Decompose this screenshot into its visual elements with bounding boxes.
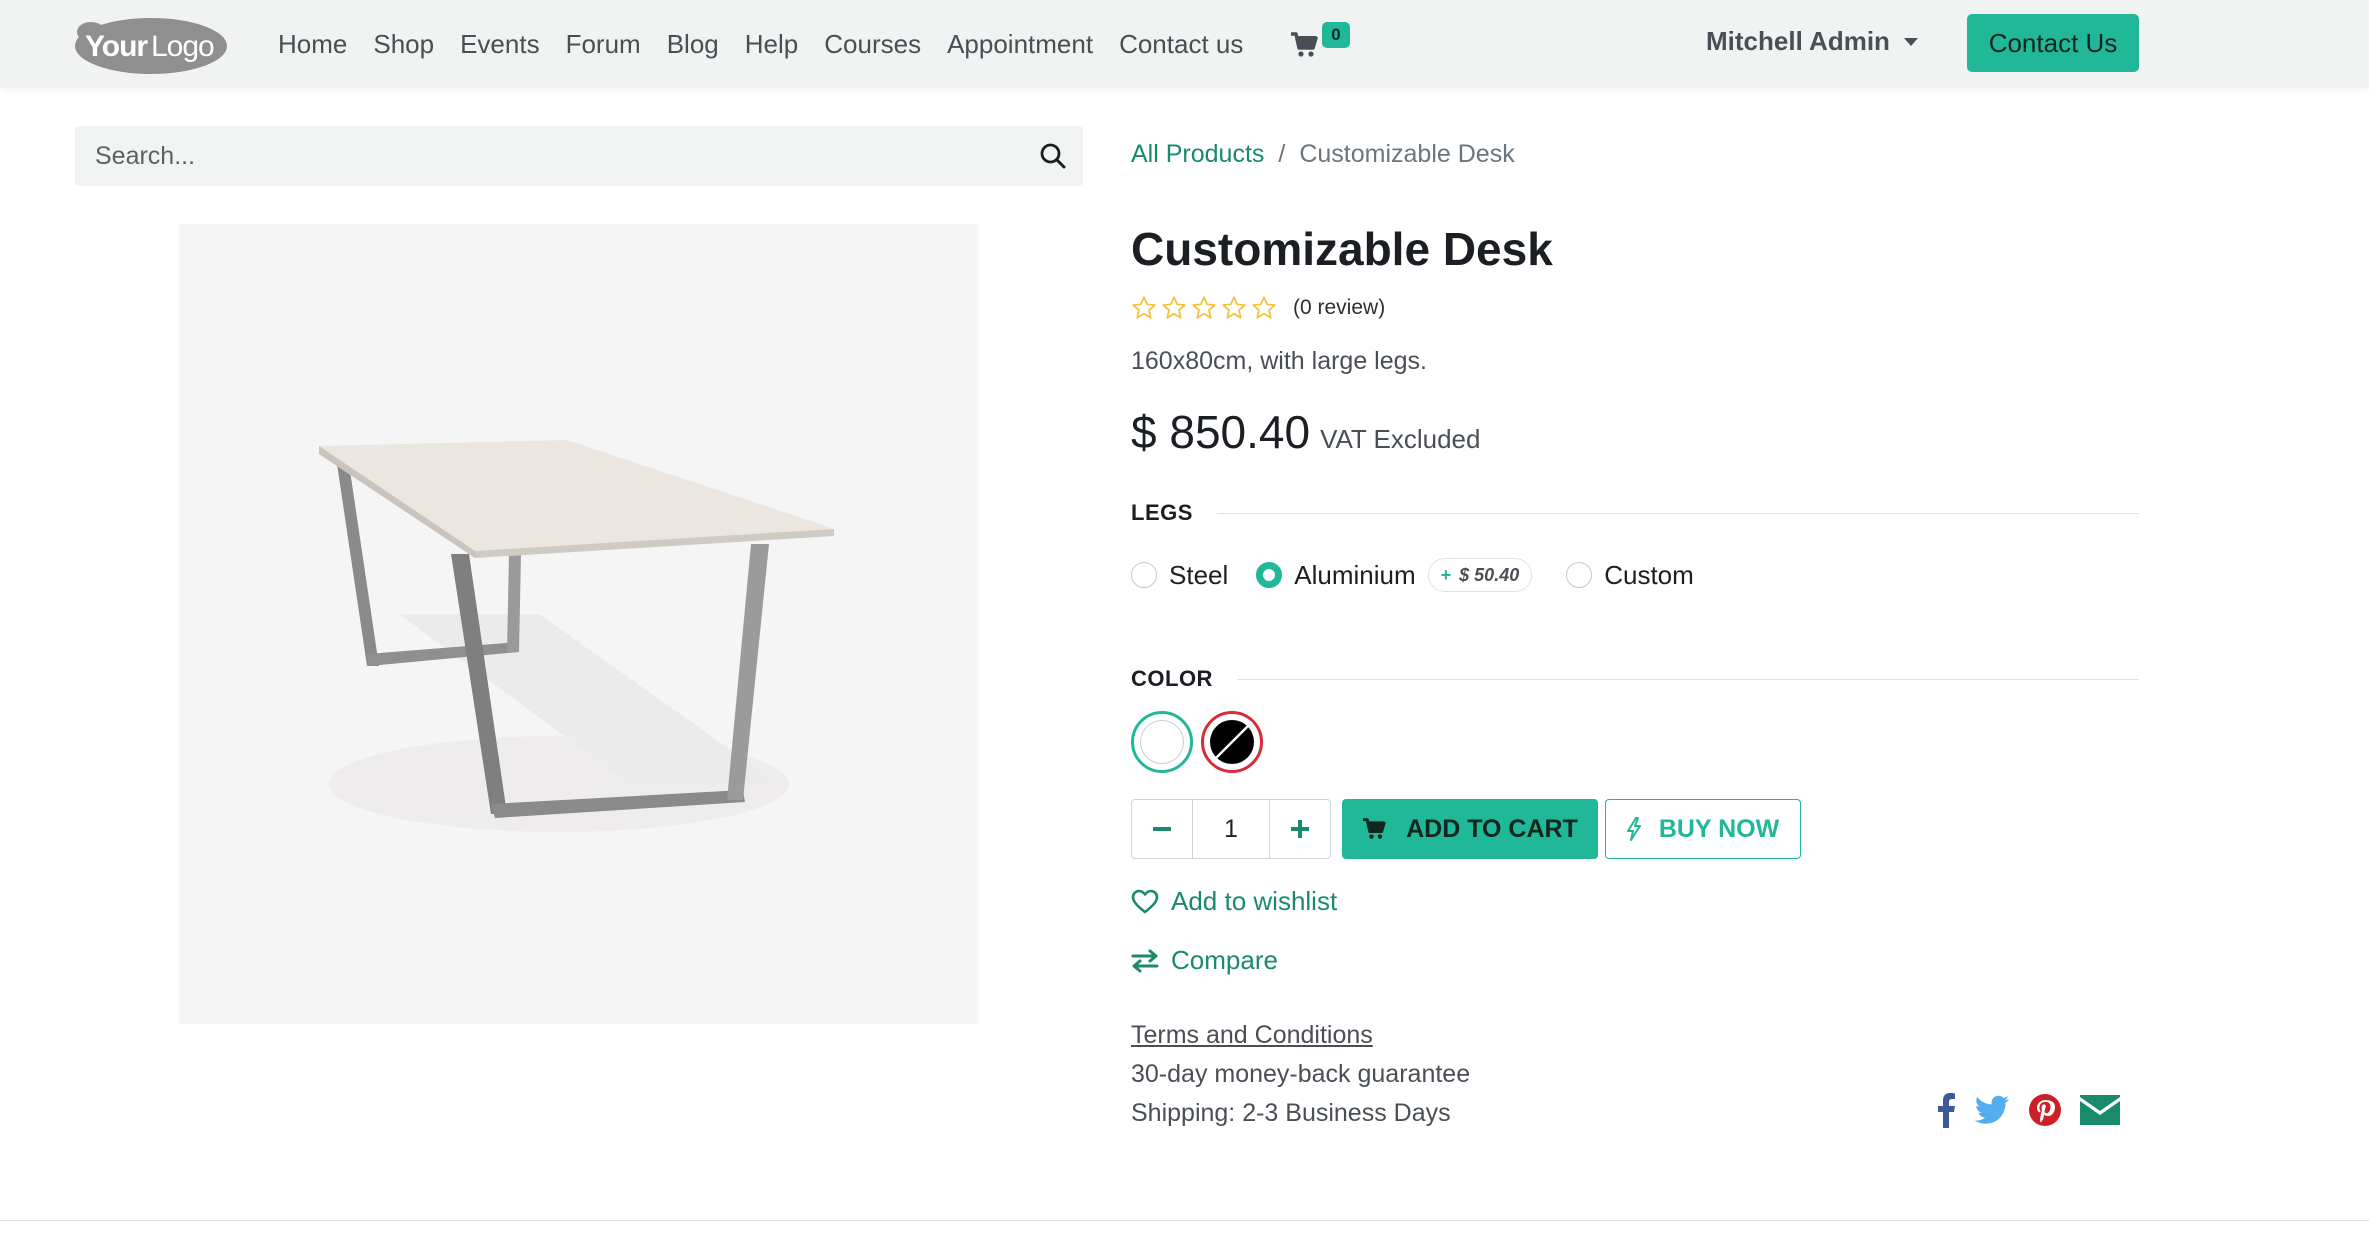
buy-now-button[interactable]: BUY NOW	[1605, 799, 1801, 859]
compare-link[interactable]: Compare	[1131, 945, 1278, 976]
rating-stars	[1131, 295, 1277, 321]
search-input[interactable]	[75, 126, 1023, 186]
money-back-guarantee: 30-day money-back guarantee	[1131, 1060, 1471, 1088]
exchange-icon	[1131, 949, 1159, 972]
quantity-decrease-button[interactable]	[1132, 800, 1192, 858]
extra-price-badge: + $ 50.40	[1427, 558, 1533, 592]
divider	[1236, 678, 2139, 680]
share-pinterest-button[interactable]	[2028, 1093, 2062, 1127]
extra-price-sign: +	[1440, 564, 1452, 585]
top-navbar: Your Logo Home Shop Events Forum Blog He…	[0, 0, 2369, 88]
plus-icon	[1291, 820, 1309, 838]
nav-forum[interactable]: Forum	[566, 29, 641, 60]
legs-option-label: Custom	[1604, 559, 1694, 590]
nav-contact-us[interactable]: Contact us	[1119, 29, 1243, 60]
user-menu[interactable]: Mitchell Admin	[1706, 26, 1918, 57]
price-tax-note: VAT Excluded	[1320, 424, 1481, 454]
facebook-icon	[1938, 1093, 1955, 1128]
product-search	[75, 126, 1083, 186]
legs-option-custom[interactable]: Custom	[1566, 560, 1694, 591]
color-attribute-header: COLOR	[1131, 666, 2139, 692]
wishlist-label: Add to wishlist	[1171, 886, 1338, 916]
shopping-cart-icon	[1291, 32, 1318, 57]
product-title: Customizable Desk	[1131, 223, 1553, 275]
add-to-wishlist-link[interactable]: Add to wishlist	[1131, 886, 1337, 917]
legs-option-steel[interactable]: Steel	[1131, 560, 1228, 591]
product-price: $ 850.40 VAT Excluded	[1131, 405, 1480, 459]
contact-us-button[interactable]: Contact Us	[1967, 14, 2139, 72]
desk-illustration	[319, 440, 834, 832]
cart-link[interactable]: 0	[1290, 22, 1350, 66]
shipping-info: Shipping: 2-3 Business Days	[1131, 1099, 1451, 1127]
star-empty-icon	[1162, 296, 1186, 319]
legs-option-label: Steel	[1169, 559, 1229, 590]
divider	[1216, 512, 2139, 514]
nav-shop[interactable]: Shop	[373, 29, 434, 60]
minus-icon	[1153, 827, 1171, 831]
nav-help[interactable]: Help	[745, 29, 798, 60]
color-swatches	[1131, 711, 1263, 773]
quantity-stepper	[1131, 799, 1331, 859]
share-facebook-button[interactable]	[1936, 1092, 1956, 1128]
nav-home[interactable]: Home	[278, 29, 347, 60]
heart-icon	[1131, 889, 1159, 913]
product-rating[interactable]: (0 review)	[1131, 295, 1385, 321]
star-empty-icon	[1222, 296, 1246, 319]
share-email-button[interactable]	[2080, 1095, 2120, 1125]
breadcrumb-all-products[interactable]: All Products	[1131, 140, 1264, 169]
cart-count-badge: 0	[1322, 22, 1350, 48]
caret-down-icon	[1903, 37, 1918, 46]
color-swatch-black[interactable]	[1201, 711, 1263, 773]
star-empty-icon	[1132, 296, 1156, 319]
social-share	[1936, 1092, 2120, 1128]
nav-blog[interactable]: Blog	[667, 29, 719, 60]
nav-courses[interactable]: Courses	[824, 29, 921, 60]
nav-appointment[interactable]: Appointment	[947, 29, 1093, 60]
radio-unchecked[interactable]	[1566, 562, 1593, 588]
product-image[interactable]	[179, 224, 979, 1024]
swatch-fill	[1140, 720, 1184, 764]
breadcrumb-separator: /	[1278, 140, 1286, 168]
quantity-input[interactable]	[1192, 800, 1270, 858]
review-count: (0 review)	[1293, 296, 1386, 319]
star-empty-icon	[1252, 296, 1276, 319]
main-menu: Home Shop Events Forum Blog Help Courses…	[278, 0, 1243, 88]
share-twitter-button[interactable]	[1974, 1095, 2010, 1125]
color-swatch-white[interactable]	[1131, 711, 1193, 773]
svg-text:Logo: Logo	[151, 30, 214, 63]
terms-and-conditions-link[interactable]: Terms and Conditions	[1131, 1021, 1373, 1050]
price-value: $ 850.40	[1131, 406, 1311, 458]
radio-checked[interactable]	[1256, 562, 1283, 588]
add-to-cart-label: ADD TO CART	[1406, 814, 1578, 843]
envelope-icon	[2080, 1095, 2120, 1125]
radio-unchecked[interactable]	[1131, 562, 1157, 588]
site-logo[interactable]: Your Logo	[73, 14, 229, 76]
shopping-cart-icon	[1363, 818, 1386, 839]
star-empty-icon	[1192, 296, 1216, 319]
add-to-cart-button[interactable]: ADD TO CART	[1342, 799, 1598, 859]
pinterest-icon	[2029, 1094, 2061, 1126]
legs-option-label: Aluminium	[1294, 559, 1416, 590]
search-button[interactable]	[1023, 126, 1083, 186]
color-attribute-title: COLOR	[1131, 666, 1213, 691]
unavailable-swatch-icon	[1210, 720, 1254, 764]
legs-option-aluminium[interactable]: Aluminium + $ 50.40	[1256, 558, 1533, 592]
user-name: Mitchell Admin	[1706, 26, 1890, 56]
nav-events[interactable]: Events	[460, 29, 540, 60]
legs-attribute-title: LEGS	[1131, 500, 1193, 525]
footer-divider	[0, 1220, 2369, 1221]
legs-options: Steel Aluminium + $ 50.40 Custom	[1131, 558, 1722, 592]
breadcrumb-current: Customizable Desk	[1299, 140, 1515, 168]
quantity-increase-button[interactable]	[1270, 800, 1330, 858]
breadcrumb: All Products / Customizable Desk	[1131, 140, 1515, 169]
bolt-icon	[1626, 817, 1641, 841]
search-icon	[1040, 143, 1066, 169]
product-description: 160x80cm, with large legs.	[1131, 347, 1427, 375]
svg-text:Your: Your	[85, 30, 148, 63]
legs-attribute-header: LEGS	[1131, 500, 2139, 526]
twitter-icon	[1974, 1095, 2009, 1124]
compare-label: Compare	[1171, 945, 1278, 975]
buy-now-label: BUY NOW	[1658, 814, 1780, 843]
extra-price-value: $ 50.40	[1459, 564, 1520, 585]
